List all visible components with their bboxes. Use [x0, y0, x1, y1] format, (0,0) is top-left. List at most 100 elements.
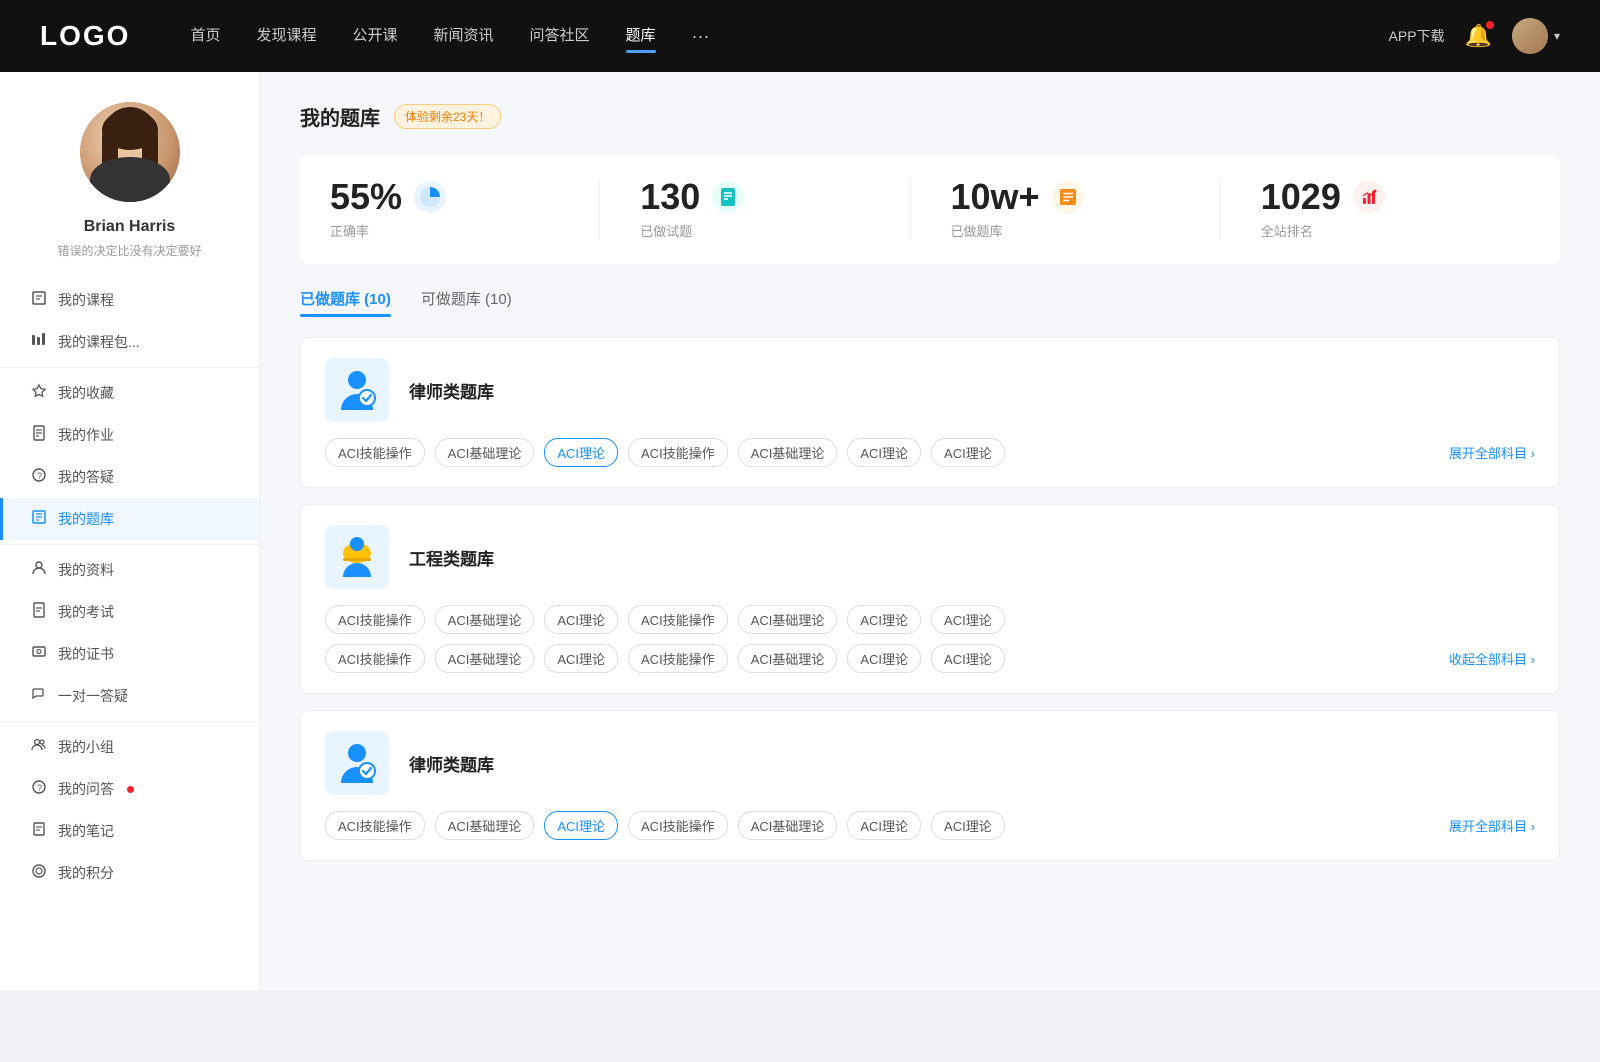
accuracy-pie-icon	[414, 181, 446, 213]
tag-3-3[interactable]: ACI理论	[544, 811, 618, 840]
nav-discover[interactable]: 发现课程	[256, 24, 316, 49]
sidebar-item-course-package-label: 我的课程包...	[58, 332, 140, 352]
sidebar-item-notes-label: 我的笔记	[58, 821, 114, 841]
nav-qa[interactable]: 问答社区	[530, 24, 590, 49]
stat-accuracy-row: 55%	[330, 179, 446, 215]
sidebar-item-qbank[interactable]: 我的题库	[0, 498, 259, 540]
tag-2-9[interactable]: ACI基础理论	[435, 644, 535, 673]
app-download-button[interactable]: APP下载	[1389, 26, 1445, 46]
notification-bell[interactable]: 🔔	[1465, 23, 1492, 49]
divider-3	[0, 721, 259, 722]
qbank-title-2: 工程类题库	[409, 545, 494, 570]
sidebar-item-notes[interactable]: 我的笔记	[0, 810, 259, 852]
stat-done-qbank: 10w+ 已做题库	[910, 179, 1220, 240]
tag-1-7[interactable]: ACI理论	[931, 438, 1005, 467]
tag-1-2[interactable]: ACI基础理论	[435, 438, 535, 467]
sidebar-item-group[interactable]: 我的小组	[0, 726, 259, 768]
sidebar-item-1on1-qa[interactable]: 一对一答疑	[0, 675, 259, 717]
tag-2-1[interactable]: ACI技能操作	[325, 605, 425, 634]
tag-1-5[interactable]: ACI基础理论	[738, 438, 838, 467]
qbank-card-header-2: 工程类题库	[325, 525, 1535, 589]
sidebar-item-my-qa[interactable]: ? 我的答疑	[0, 456, 259, 498]
tag-2-13[interactable]: ACI理论	[847, 644, 921, 673]
qbank-tags-row-3: ACI技能操作 ACI基础理论 ACI理论 ACI技能操作 ACI基础理论 AC…	[325, 811, 1535, 840]
svg-text:?: ?	[37, 471, 42, 481]
sidebar-item-homework[interactable]: 我的作业	[0, 414, 259, 456]
stat-done-questions-value: 130	[640, 179, 700, 215]
tab-done-qbank[interactable]: 已做题库 (10)	[300, 288, 391, 317]
sidebar-item-points-label: 我的积分	[58, 863, 114, 883]
nav-home[interactable]: 首页	[190, 24, 220, 49]
course-package-icon	[30, 332, 48, 352]
tag-2-8[interactable]: ACI技能操作	[325, 644, 425, 673]
page-title: 我的题库	[300, 102, 380, 131]
nav-news[interactable]: 新闻资讯	[434, 24, 494, 49]
sidebar-item-my-courses[interactable]: 我的课程	[0, 279, 259, 321]
lawyer-icon-1	[325, 358, 389, 422]
nav-qbank[interactable]: 题库	[626, 24, 656, 49]
expand-button-1[interactable]: 展开全部科目 ›	[1449, 443, 1535, 462]
stat-done-qbank-value: 10w+	[951, 179, 1040, 215]
tag-1-3[interactable]: ACI理论	[544, 438, 618, 467]
tag-2-14[interactable]: ACI理论	[931, 644, 1005, 673]
qbank-card-header-3: 律师类题库	[325, 731, 1535, 795]
sidebar-item-my-question-label: 我的问答	[58, 779, 114, 799]
qbank-tags-row-2a: ACI技能操作 ACI基础理论 ACI理论 ACI技能操作 ACI基础理论 AC…	[325, 605, 1535, 634]
sidebar-item-course-package[interactable]: 我的课程包...	[0, 321, 259, 363]
tag-2-5[interactable]: ACI基础理论	[738, 605, 838, 634]
tag-1-6[interactable]: ACI理论	[847, 438, 921, 467]
sidebar: Brian Harris 错误的决定比没有决定要好 我的课程 我的课程包...	[0, 72, 260, 990]
tag-3-4[interactable]: ACI技能操作	[628, 811, 728, 840]
nav-more[interactable]: ···	[692, 26, 710, 47]
tag-2-7[interactable]: ACI理论	[931, 605, 1005, 634]
page-wrap: Brian Harris 错误的决定比没有决定要好 我的课程 我的课程包...	[0, 72, 1600, 990]
tag-2-2[interactable]: ACI基础理论	[435, 605, 535, 634]
sidebar-item-exam-label: 我的考试	[58, 602, 114, 622]
tag-2-12[interactable]: ACI基础理论	[738, 644, 838, 673]
tag-2-4[interactable]: ACI技能操作	[628, 605, 728, 634]
stat-ranking-row: 1029	[1261, 179, 1385, 215]
divider-2	[0, 544, 259, 545]
stat-ranking: 1029 全站排名	[1220, 179, 1530, 240]
sidebar-item-qbank-label: 我的题库	[58, 509, 114, 529]
tab-available-qbank[interactable]: 可做题库 (10)	[421, 288, 512, 317]
avatar-img	[1512, 18, 1548, 54]
avatar-svg	[80, 102, 180, 202]
tag-1-4[interactable]: ACI技能操作	[628, 438, 728, 467]
nav-open-course[interactable]: 公开课	[352, 24, 397, 49]
stat-accuracy-label: 正确率	[330, 221, 369, 240]
stats-row: 55% 正确率 130	[300, 155, 1560, 264]
sidebar-item-profile[interactable]: 我的资料	[0, 549, 259, 591]
stat-done-questions-row: 130	[640, 179, 744, 215]
qbank-card-lawyer-2: 律师类题库 ACI技能操作 ACI基础理论 ACI理论 ACI技能操作 ACI基…	[300, 710, 1560, 861]
tag-2-10[interactable]: ACI理论	[544, 644, 618, 673]
chevron-down-icon: ▾	[1554, 29, 1560, 43]
sidebar-item-favorites[interactable]: 我的收藏	[0, 372, 259, 414]
sidebar-item-certificate[interactable]: 我的证书	[0, 633, 259, 675]
user-name: Brian Harris	[84, 218, 176, 236]
logo[interactable]: LOGO	[40, 20, 130, 52]
tag-3-7[interactable]: ACI理论	[931, 811, 1005, 840]
qbank-card-header-1: 律师类题库	[325, 358, 1535, 422]
qbank-tags-row-2b: ACI技能操作 ACI基础理论 ACI理论 ACI技能操作 ACI基础理论 AC…	[325, 644, 1535, 673]
sidebar-item-my-question[interactable]: ? 我的问答	[0, 768, 259, 810]
tag-1-1[interactable]: ACI技能操作	[325, 438, 425, 467]
qbank-title-1: 律师类题库	[409, 378, 494, 403]
user-avatar-nav[interactable]: ▾	[1512, 18, 1560, 54]
tag-2-6[interactable]: ACI理论	[847, 605, 921, 634]
tag-3-2[interactable]: ACI基础理论	[435, 811, 535, 840]
lawyer-icon-2	[325, 731, 389, 795]
tag-2-11[interactable]: ACI技能操作	[628, 644, 728, 673]
tag-3-5[interactable]: ACI基础理论	[738, 811, 838, 840]
sidebar-item-exam[interactable]: 我的考试	[0, 591, 259, 633]
tag-2-3[interactable]: ACI理论	[544, 605, 618, 634]
collapse-button[interactable]: 收起全部科目 ›	[1449, 649, 1535, 668]
qbank-title-3: 律师类题库	[409, 751, 494, 776]
sidebar-item-points[interactable]: 我的积分	[0, 852, 259, 894]
tag-3-6[interactable]: ACI理论	[847, 811, 921, 840]
qbank-card-lawyer-1: 律师类题库 ACI技能操作 ACI基础理论 ACI理论 ACI技能操作 ACI基…	[300, 337, 1560, 488]
tabs-row: 已做题库 (10) 可做题库 (10)	[300, 288, 1560, 317]
expand-button-3[interactable]: 展开全部科目 ›	[1449, 816, 1535, 835]
tag-3-1[interactable]: ACI技能操作	[325, 811, 425, 840]
certificate-icon	[30, 644, 48, 664]
